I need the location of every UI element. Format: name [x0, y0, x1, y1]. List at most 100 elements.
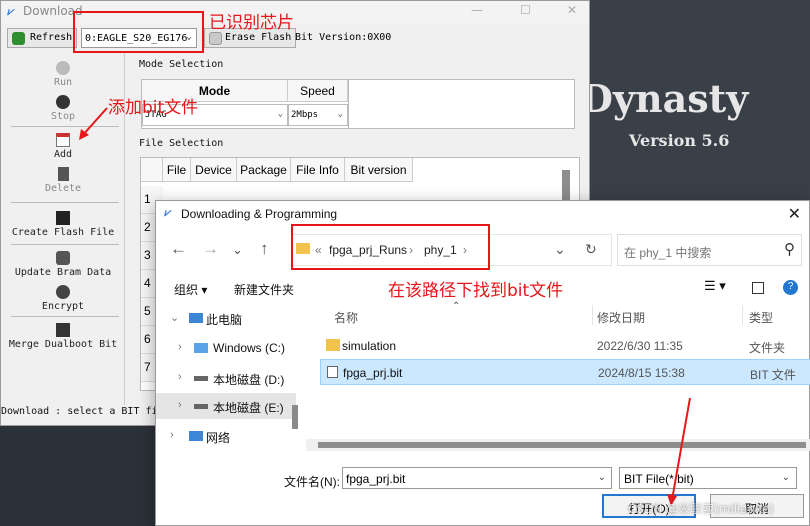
column-header-package[interactable]: Package [237, 158, 291, 182]
nav-item-label: 网络 [206, 431, 231, 445]
maximize-icon[interactable]: ☐ [520, 3, 531, 17]
column-header-device[interactable]: Device [191, 158, 237, 182]
column-header-bit-version[interactable]: Bit version [345, 158, 413, 182]
refresh-button[interactable]: Refresh [7, 28, 78, 48]
merge-dualboot-bit-label: Merge Dualboot Bit [8, 339, 118, 350]
filename-label: 文件名(N): [284, 475, 340, 489]
search-input[interactable]: 在 phy_1 中搜索 ⚲ [617, 234, 802, 266]
divider [11, 244, 119, 245]
speed-header: Speed [288, 80, 348, 102]
refresh-icon[interactable]: ↻ [585, 241, 597, 258]
status-bar: Download : select a BIT file [1, 406, 170, 417]
close-icon[interactable]: ✕ [567, 3, 577, 17]
chevron-down-icon: ⌄ [337, 109, 343, 119]
nav-item-label: 本地磁盘 (E:) [213, 401, 284, 415]
minimize-icon[interactable]: — [471, 3, 483, 17]
chevron-right-icon: › [170, 429, 174, 441]
filetype-select[interactable]: BIT File(*.bit) ⌄ [619, 467, 797, 489]
run-button[interactable]: Run [1, 61, 125, 88]
computer-icon [189, 313, 203, 323]
file-list-scrollbar[interactable] [306, 439, 810, 451]
scrollbar-thumb[interactable] [318, 442, 806, 448]
delete-button[interactable]: Delete [1, 167, 125, 194]
chevron-down-icon: ⌄ [277, 109, 283, 119]
dialog-title: Downloading & Programming [181, 207, 338, 221]
nav-item-network[interactable]: › 网络 [156, 423, 296, 449]
forward-arrow-icon[interactable]: → [202, 239, 219, 259]
nav-item-windows-c[interactable]: › Windows (C:) [156, 335, 296, 361]
view-list-icon[interactable]: ☰ ▾ [704, 278, 726, 294]
nav-item-label: 此电脑 [206, 313, 243, 327]
organize-menu[interactable]: 组织 ▾ [174, 281, 207, 298]
file-row-simulation[interactable]: simulation 2022/6/30 11:35 文件夹 [320, 333, 810, 359]
column-header-date[interactable]: 修改日期 [597, 309, 645, 326]
speed-select[interactable]: 2Mbps ⌄ [288, 104, 348, 126]
annotation-device-recognized: 已识别芯片 [209, 13, 294, 33]
nav-item-local-disk-e[interactable]: › 本地磁盘 (E:) [156, 393, 296, 419]
merge-dualboot-bit-button[interactable]: Merge Dualboot Bit [1, 323, 125, 350]
chevron-right-icon: › [178, 399, 182, 411]
back-arrow-icon[interactable]: ← [170, 239, 187, 259]
watermark: CSDN @米联客(milianke) [628, 502, 774, 516]
nav-item-label: 本地磁盘 (D:) [213, 373, 285, 387]
add-file-icon [56, 133, 70, 147]
network-icon [189, 431, 203, 441]
database-icon [56, 251, 70, 265]
run-label: Run [53, 77, 73, 88]
file-icon [327, 366, 338, 378]
column-header-file-info[interactable]: File Info [291, 158, 345, 182]
chevron-down-icon: ⌄ [597, 472, 606, 483]
update-bram-data-button[interactable]: Update Bram Data [1, 251, 125, 278]
help-icon[interactable]: ? [783, 280, 798, 295]
close-icon[interactable]: ✕ [788, 204, 801, 224]
column-divider[interactable] [742, 305, 743, 325]
column-header-type[interactable]: 类型 [749, 309, 773, 326]
preview-pane-icon[interactable] [752, 282, 764, 294]
drive-icon [194, 376, 208, 381]
chevron-down-icon[interactable]: ⌄ [554, 241, 566, 258]
create-flash-file-button[interactable]: Create Flash File [1, 211, 125, 238]
folder-icon [326, 339, 340, 351]
drive-icon [194, 343, 208, 353]
create-flash-file-label: Create Flash File [11, 227, 115, 238]
column-header-name[interactable]: 名称 [334, 309, 358, 326]
new-folder-button[interactable]: 新建文件夹 [234, 281, 294, 298]
file-list: 名称 ⌃ 修改日期 类型 simulation 2022/6/30 11:35 … [304, 301, 810, 451]
device-highlight-box [73, 11, 204, 53]
file-name: fpga_prj.bit [343, 366, 403, 380]
column-divider[interactable] [592, 305, 593, 325]
chevron-down-icon[interactable]: ⌄ [232, 242, 243, 258]
path-highlight-box [291, 224, 490, 270]
refresh-label: Refresh [30, 32, 73, 43]
chevron-right-icon: › [178, 341, 182, 353]
file-row-fpga-prj-bit[interactable]: fpga_prj.bit 2024/8/15 15:38 BIT 文件 [320, 359, 810, 385]
annotation-arrow-icon [79, 107, 108, 140]
mode-selection-title: Mode Selection [139, 59, 224, 70]
filename-input[interactable]: fpga_prj.bit ⌄ [342, 467, 612, 489]
file-type: BIT 文件 [750, 368, 796, 382]
add-label: Add [53, 149, 73, 160]
update-bram-data-label: Update Bram Data [14, 267, 112, 278]
trash-icon [57, 167, 69, 181]
refresh-icon [12, 32, 25, 45]
file-date: 2022/6/30 11:35 [597, 339, 683, 353]
stop-label: Stop [50, 111, 76, 122]
divider [11, 316, 119, 317]
encrypt-button[interactable]: Encrypt [1, 285, 125, 312]
corner-header [141, 158, 163, 182]
search-icon: ⚲ [784, 241, 795, 258]
erase-flash-label: Erase Flash [225, 32, 292, 43]
nav-item-local-disk-d[interactable]: › 本地磁盘 (D:) [156, 365, 296, 391]
flash-chip-icon [56, 211, 70, 225]
stop-icon [56, 95, 70, 109]
up-arrow-icon[interactable]: ↑ [260, 239, 269, 259]
filename-value: fpga_prj.bit [346, 472, 406, 486]
nav-item-this-pc[interactable]: ⌄ 此电脑 [156, 305, 296, 331]
search-placeholder: 在 phy_1 中搜索 [624, 246, 712, 260]
column-header-file[interactable]: File [163, 158, 191, 182]
eraser-icon [209, 32, 222, 45]
sort-chevron-icon: ⌃ [452, 301, 461, 312]
nav-pane-scrollbar[interactable] [292, 405, 298, 429]
annotation-add-bit-file: 添加bit文件 [108, 98, 199, 118]
file-name: simulation [342, 339, 397, 353]
